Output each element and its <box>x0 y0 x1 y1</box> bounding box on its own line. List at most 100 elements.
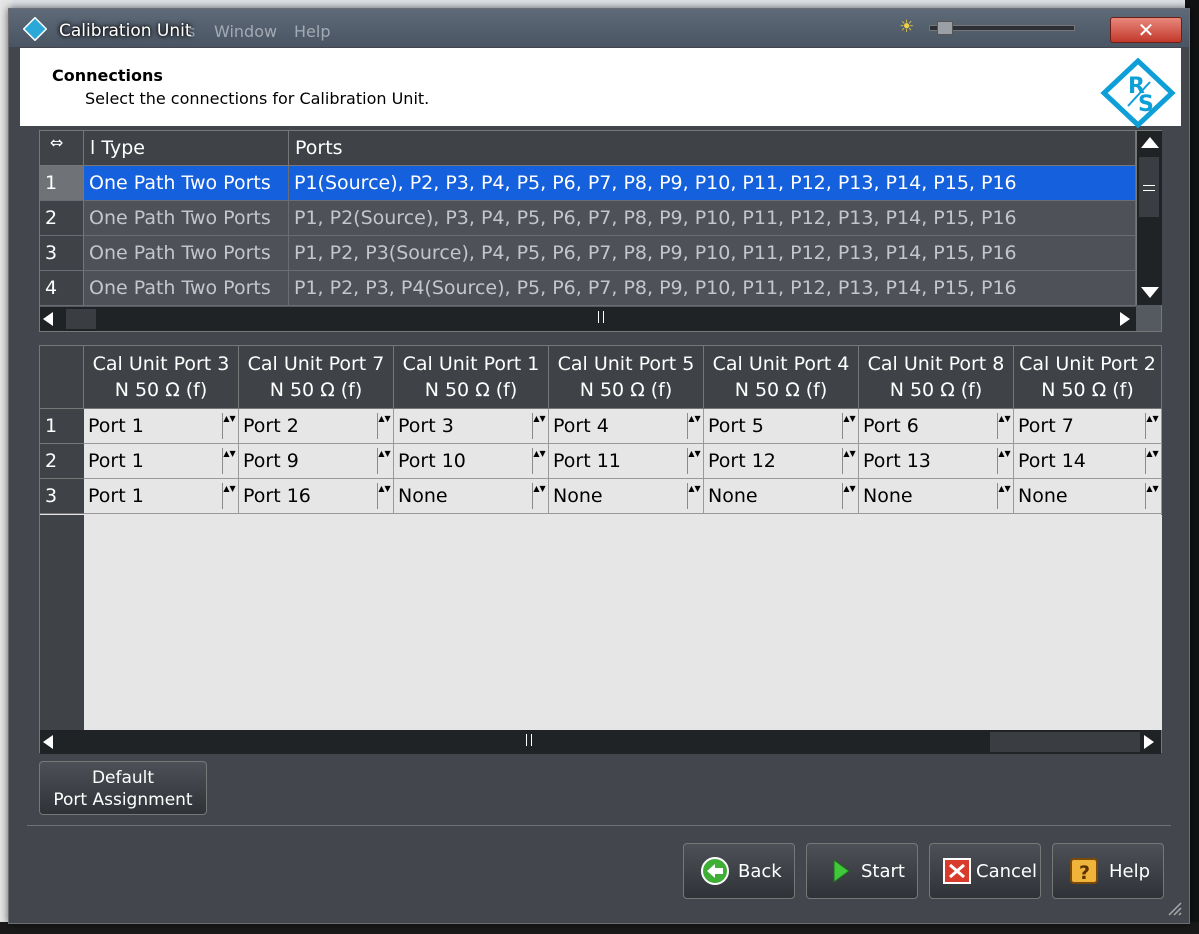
scroll-left-icon[interactable] <box>43 312 53 326</box>
column-header-cal-port[interactable]: Cal Unit Port 5 N 50 Ω (f) <box>549 346 704 409</box>
port-select[interactable]: None ▲▼ <box>1014 479 1162 514</box>
column-resize-icon: ⇔ <box>50 133 64 152</box>
spinner-arrows-icon[interactable]: ▲▼ <box>842 483 856 509</box>
spinner-arrows-icon[interactable]: ▲▼ <box>222 448 236 474</box>
table-row[interactable]: 1 One Path Two Ports P1(Source), P2, P3,… <box>40 166 1136 201</box>
table-row[interactable]: 3 One Path Two Ports P1, P2, P3(Source),… <box>40 236 1136 271</box>
port-select[interactable]: Port 16 ▲▼ <box>239 479 394 514</box>
port-select-value: Port 7 <box>1018 415 1074 437</box>
spinner-arrows-icon[interactable]: ▲▼ <box>842 413 856 439</box>
scroll-left-icon[interactable] <box>43 735 53 749</box>
spinner-arrows-icon[interactable]: ▲▼ <box>997 413 1011 439</box>
back-button[interactable]: Back <box>683 843 795 899</box>
scroll-up-icon[interactable] <box>1141 137 1159 148</box>
scroll-thumb[interactable] <box>66 309 96 329</box>
connection-type-cell[interactable]: One Path Two Ports <box>84 271 289 306</box>
spinner-arrows-icon[interactable]: ▲▼ <box>222 483 236 509</box>
page-subtitle: Select the connections for Calibration U… <box>85 89 430 108</box>
connection-type-cell[interactable]: One Path Two Ports <box>84 201 289 236</box>
scroll-thumb[interactable] <box>1139 157 1159 217</box>
spinner-arrows-icon[interactable]: ▲▼ <box>842 448 856 474</box>
start-button[interactable]: Start <box>806 843 918 899</box>
connection-ports-cell[interactable]: P1, P2, P3, P4(Source), P5, P6, P7, P8, … <box>289 271 1136 306</box>
port-select[interactable]: None ▲▼ <box>394 479 549 514</box>
spinner-arrows-icon[interactable]: ▲▼ <box>1145 483 1159 509</box>
spinner-arrows-icon[interactable]: ▲▼ <box>997 448 1011 474</box>
spinner-arrows-icon[interactable]: ▲▼ <box>1145 448 1159 474</box>
window-title: Calibration Unit <box>59 21 192 41</box>
column-header-cal-port[interactable]: Cal Unit Port 7 N 50 Ω (f) <box>239 346 394 409</box>
port-select-value: None <box>1018 485 1068 507</box>
brightness-slider[interactable]: ☀ <box>899 17 1089 39</box>
close-button[interactable]: ✕ <box>1110 17 1182 43</box>
default-port-assignment-button[interactable]: Default Port Assignment <box>39 761 207 815</box>
port-select[interactable]: Port 5 ▲▼ <box>704 409 859 444</box>
connection-type-cell[interactable]: One Path Two Ports <box>84 166 289 201</box>
connection-ports-cell[interactable]: P1, P2(Source), P3, P4, P5, P6, P7, P8, … <box>289 201 1136 236</box>
port-select[interactable]: Port 1 ▲▼ <box>84 409 239 444</box>
spinner-arrows-icon[interactable]: ▲▼ <box>687 483 701 509</box>
port-select[interactable]: Port 7 ▲▼ <box>1014 409 1162 444</box>
scroll-thumb[interactable] <box>990 732 1140 752</box>
port-select[interactable]: Port 3 ▲▼ <box>394 409 549 444</box>
row-index: 1 <box>40 166 84 201</box>
port-select[interactable]: Port 1 ▲▼ <box>84 444 239 479</box>
cancel-button[interactable]: Cancel <box>929 843 1041 899</box>
rohde-schwarz-logo-icon: R S <box>1100 58 1176 128</box>
title-bar[interactable]: s Window Help Calibration Unit ☀ ✕ <box>9 9 1189 47</box>
table-row[interactable]: 2 One Path Two Ports P1, P2(Source), P3,… <box>40 201 1136 236</box>
column-header-cal-port[interactable]: Cal Unit Port 1 N 50 Ω (f) <box>394 346 549 409</box>
port-select[interactable]: Port 2 ▲▼ <box>239 409 394 444</box>
spinner-arrows-icon[interactable]: ▲▼ <box>687 413 701 439</box>
spinner-arrows-icon[interactable]: ▲▼ <box>532 448 546 474</box>
port-select[interactable]: Port 13 ▲▼ <box>859 444 1014 479</box>
port-select[interactable]: Port 4 ▲▼ <box>549 409 704 444</box>
table-corner[interactable]: ⇔ <box>40 131 84 166</box>
row-index: 3 <box>40 236 84 271</box>
resize-grip-icon[interactable] <box>1163 897 1183 917</box>
port-select[interactable]: Port 6 ▲▼ <box>859 409 1014 444</box>
column-header-ports[interactable]: Ports <box>289 131 1136 166</box>
column-header-cal-port[interactable]: Cal Unit Port 8 N 50 Ω (f) <box>859 346 1014 409</box>
column-header-line2: N 50 Ω (f) <box>269 379 363 401</box>
port-select[interactable]: Port 1 ▲▼ <box>84 479 239 514</box>
port-select[interactable]: Port 14 ▲▼ <box>1014 444 1162 479</box>
spinner-arrows-icon[interactable]: ▲▼ <box>222 413 236 439</box>
port-select[interactable]: None ▲▼ <box>859 479 1014 514</box>
port-select[interactable]: Port 12 ▲▼ <box>704 444 859 479</box>
table-row[interactable]: 4 One Path Two Ports P1, P2, P3, P4(Sour… <box>40 271 1136 306</box>
connections-table: ⇔ l Type Ports 1 One Path Two Ports P1(S… <box>39 130 1162 332</box>
port-table-horizontal-scrollbar[interactable] <box>40 730 1161 754</box>
help-button[interactable]: ? Help <box>1052 843 1164 899</box>
scroll-down-icon[interactable] <box>1141 287 1159 298</box>
spinner-arrows-icon[interactable]: ▲▼ <box>532 483 546 509</box>
connections-horizontal-scrollbar[interactable] <box>40 307 1136 331</box>
spinner-arrows-icon[interactable]: ▲▼ <box>532 413 546 439</box>
column-header-type[interactable]: l Type <box>84 131 289 166</box>
slider-thumb[interactable] <box>937 21 953 35</box>
connections-vertical-scrollbar[interactable] <box>1136 131 1162 305</box>
scroll-right-icon[interactable] <box>1120 312 1130 326</box>
port-select-value: Port 16 <box>243 485 311 507</box>
column-header-cal-port[interactable]: Cal Unit Port 3 N 50 Ω (f) <box>84 346 239 409</box>
column-header-cal-port[interactable]: Cal Unit Port 4 N 50 Ω (f) <box>704 346 859 409</box>
connection-type-cell[interactable]: One Path Two Ports <box>84 236 289 271</box>
connection-ports-cell[interactable]: P1, P2, P3(Source), P4, P5, P6, P7, P8, … <box>289 236 1136 271</box>
scroll-right-icon[interactable] <box>1144 735 1154 749</box>
spinner-arrows-icon[interactable]: ▲▼ <box>997 483 1011 509</box>
spinner-arrows-icon[interactable]: ▲▼ <box>687 448 701 474</box>
spinner-arrows-icon[interactable]: ▲▼ <box>1145 413 1159 439</box>
sun-icon: ☀ <box>899 17 915 37</box>
spinner-arrows-icon[interactable]: ▲▼ <box>377 448 391 474</box>
connection-ports-cell[interactable]: P1(Source), P2, P3, P4, P5, P6, P7, P8, … <box>289 166 1136 201</box>
row-index: 2 <box>40 201 84 236</box>
grip-icon <box>526 734 532 746</box>
column-header-cal-port[interactable]: Cal Unit Port 2 N 50 Ω (f) <box>1014 346 1162 409</box>
port-select[interactable]: None ▲▼ <box>549 479 704 514</box>
spinner-arrows-icon[interactable]: ▲▼ <box>377 483 391 509</box>
port-select[interactable]: None ▲▼ <box>704 479 859 514</box>
spinner-arrows-icon[interactable]: ▲▼ <box>377 413 391 439</box>
port-select[interactable]: Port 11 ▲▼ <box>549 444 704 479</box>
port-select[interactable]: Port 9 ▲▼ <box>239 444 394 479</box>
port-select[interactable]: Port 10 ▲▼ <box>394 444 549 479</box>
